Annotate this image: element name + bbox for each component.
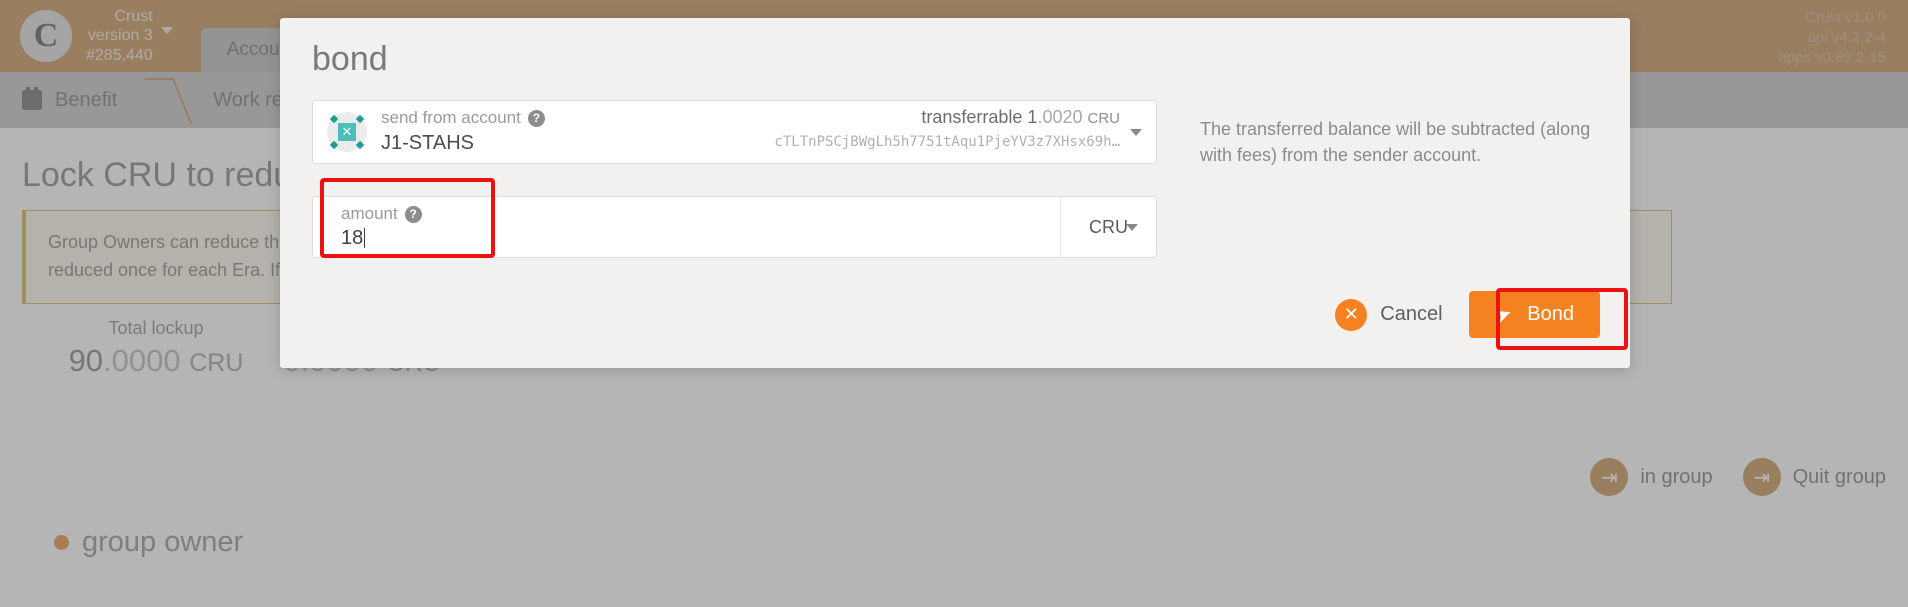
amount-input[interactable]: amount ? 18: [313, 196, 1060, 258]
chevron-down-icon: [1126, 224, 1138, 231]
send-from-account-label: send from account: [381, 108, 521, 127]
screen-root: C Crust version 3 #285,440 Accounts Crus…: [0, 0, 1908, 607]
transferrable-frac: .0020: [1037, 107, 1083, 127]
transferrable-label: transferrable: [921, 107, 1023, 127]
transferrable-whole: 1: [1027, 107, 1038, 127]
send-from-account-identicon-wrap: ✕: [313, 112, 381, 152]
amount-label-row: amount ?: [341, 204, 422, 224]
send-from-account-main: send from account ? J1-STAHS transferrab…: [381, 100, 1156, 164]
transferrable-balance: transferrable 1.0020 CRU: [774, 107, 1120, 128]
send-icon: ➤: [1491, 301, 1515, 329]
identicon-center-glyph: ✕: [338, 123, 356, 141]
chevron-down-icon[interactable]: [1130, 129, 1142, 136]
send-from-account-label-row: send from account ?: [381, 108, 545, 128]
amount-label: amount: [341, 204, 398, 223]
modal-help-text: The transferred balance will be subtract…: [1200, 119, 1591, 166]
amount-unit-selected: CRU: [1089, 216, 1128, 237]
send-from-account-right: transferrable 1.0020 CRU cTLTnPSCjBWgLh5…: [774, 107, 1120, 150]
bond-button-label: Bond: [1527, 303, 1574, 325]
amount-field-row[interactable]: amount ? 18 CRU: [312, 196, 1157, 258]
send-from-account-address: cTLTnPSCjBWgLh5h7751tAqu1PjeYV3z7XHsx69h…: [774, 134, 1120, 150]
help-icon[interactable]: ?: [527, 109, 545, 127]
send-from-account-field[interactable]: ✕ send from account ? J1-STAHS transferr…: [312, 100, 1157, 164]
bond-modal: bond ✕ send from account ? J1-STAHS tran…: [280, 18, 1630, 368]
bond-button[interactable]: ➤ Bond: [1468, 291, 1600, 338]
cancel-button-label: Cancel: [1380, 303, 1443, 325]
identicon-icon: ✕: [327, 112, 367, 152]
send-from-account-name: J1-STAHS: [381, 132, 474, 154]
modal-title: bond: [312, 40, 388, 78]
text-cursor: [364, 228, 366, 248]
amount-unit-select[interactable]: CRU: [1060, 196, 1156, 258]
amount-value-text: 18: [341, 227, 364, 249]
amount-value: 18: [341, 227, 366, 250]
modal-buttons: ✕ Cancel ➤ Bond: [1335, 291, 1600, 338]
cancel-button[interactable]: ✕ Cancel: [1335, 298, 1443, 331]
transferrable-unit: CRU: [1087, 110, 1121, 127]
close-icon: ✕: [1335, 298, 1368, 331]
help-icon[interactable]: ?: [404, 205, 422, 223]
